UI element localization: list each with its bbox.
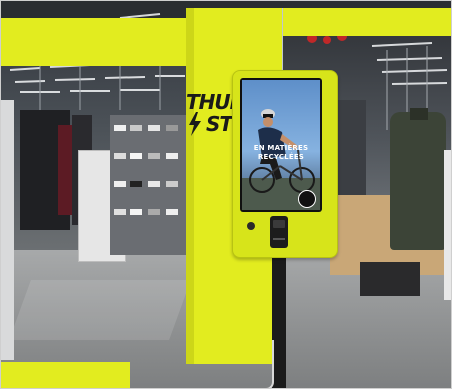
store-photo: THUND STO EN MATIÈRES RECYCLÉES	[0, 0, 452, 389]
photo-border	[0, 0, 452, 389]
